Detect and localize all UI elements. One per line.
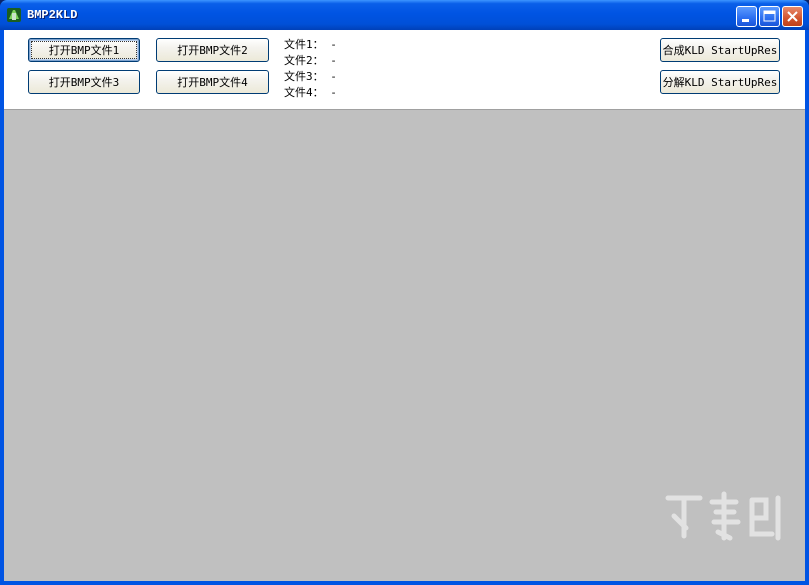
open-bmp-file-1-button[interactable]: 打开BMP文件1 (28, 38, 140, 62)
maximize-icon (763, 10, 776, 22)
open-bmp-file-4-button[interactable]: 打开BMP文件4 (156, 70, 269, 94)
file-2-label: 文件2： (284, 54, 324, 67)
open-bmp-file-2-button[interactable]: 打开BMP文件2 (156, 38, 269, 62)
window-title: BMP2KLD (27, 8, 78, 22)
decompose-kld-button[interactable]: 分解KLD StartUpRes (660, 70, 780, 94)
control-panel: 打开BMP文件1 打开BMP文件2 打开BMP文件3 打开BMP文件4 文件1：… (4, 30, 805, 110)
file-1-label: 文件1： (284, 38, 324, 51)
file-2-value: - (330, 54, 337, 67)
file-3-label: 文件3： (284, 70, 324, 83)
close-icon (787, 11, 798, 22)
minimize-button[interactable] (736, 6, 757, 27)
title-bar[interactable]: BMP2KLD (0, 0, 809, 30)
compose-kld-button[interactable]: 合成KLD StartUpRes (660, 38, 780, 62)
file-1-status: 文件1： - (284, 36, 337, 52)
app-window: BMP2KLD 打开BMP文件1 打开BMP文件2 打开BMP文件3 打开BMP… (0, 0, 809, 585)
file-1-value: - (330, 38, 337, 51)
watermark-logo (665, 491, 781, 541)
file-3-status: 文件3： - (284, 68, 337, 84)
file-3-value: - (330, 70, 337, 83)
file-4-label: 文件4： (284, 86, 324, 99)
app-icon (7, 8, 21, 22)
maximize-button[interactable] (759, 6, 780, 27)
file-4-value: - (330, 86, 337, 99)
file-2-status: 文件2： - (284, 52, 337, 68)
file-4-status: 文件4： - (284, 84, 337, 100)
minimize-icon (742, 19, 749, 22)
open-bmp-file-3-button[interactable]: 打开BMP文件3 (28, 70, 140, 94)
close-button[interactable] (782, 6, 803, 27)
